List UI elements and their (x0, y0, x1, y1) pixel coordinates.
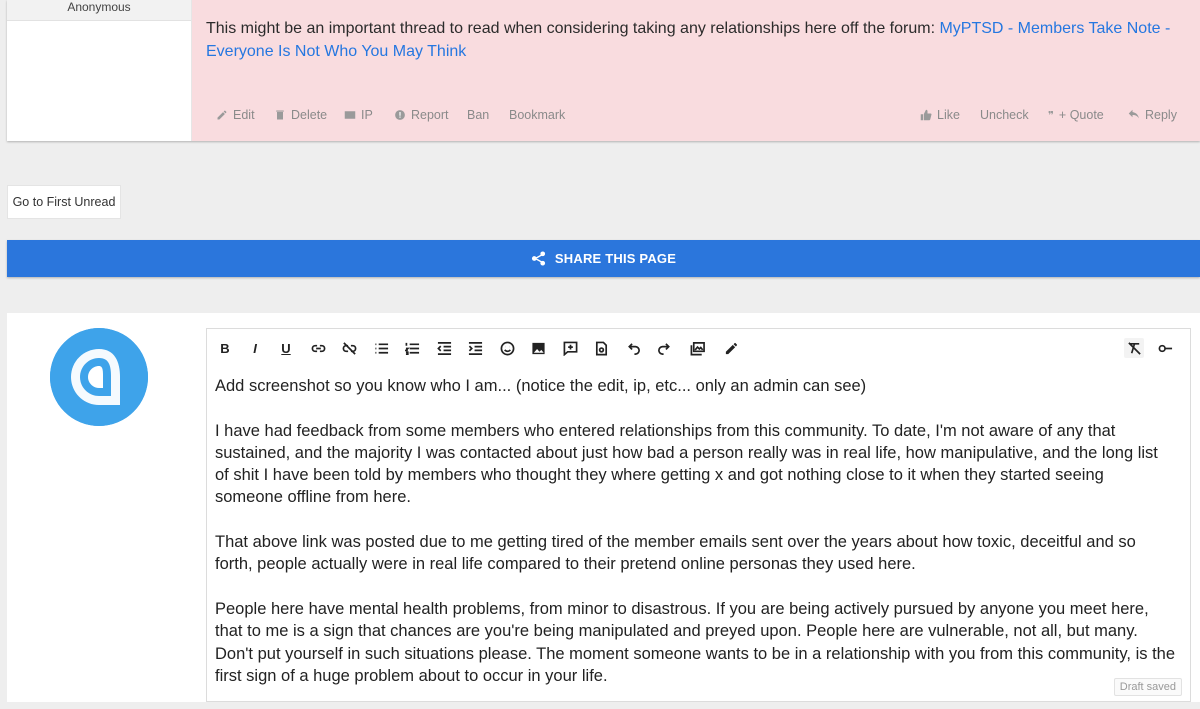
link-icon (311, 344, 325, 352)
delete-button[interactable]: Delete (274, 108, 327, 122)
avatar-logo-icon (50, 328, 148, 426)
share-page-label: SHARE THIS PAGE (554, 251, 677, 266)
like-button[interactable]: Like (920, 108, 960, 122)
ip-button[interactable]: IP (344, 108, 373, 122)
outdent-icon (436, 341, 451, 355)
like-label: Like (937, 108, 960, 122)
bullet-list-icon (374, 342, 388, 354)
thumbs-up-icon (920, 109, 932, 121)
insert-image-button[interactable] (528, 338, 548, 358)
post-body-text: This might be an important thread to rea… (206, 20, 940, 37)
post-body: This might be an important thread to rea… (206, 17, 1186, 63)
post-user-panel: Anonymous (7, 0, 192, 141)
bookmark-label: Bookmark (509, 108, 566, 122)
smiley-icon (500, 341, 514, 355)
avatar[interactable] (50, 328, 148, 426)
redo-icon (657, 342, 670, 355)
image-icon (531, 342, 545, 354)
remove-link-button[interactable] (339, 338, 359, 358)
undo-icon (627, 342, 640, 355)
document-quote-icon (595, 341, 607, 355)
ip-label: IP (361, 108, 373, 122)
editor-paragraph: That above link was posted due to me get… (215, 533, 1136, 574)
outdent-button[interactable] (434, 338, 454, 358)
report-label: Report (411, 108, 449, 122)
redo-button[interactable] (654, 338, 674, 358)
pencil-icon (217, 110, 227, 120)
reply-arrow-icon (1128, 109, 1139, 119)
underline-button[interactable]: U (276, 338, 296, 358)
bookmark-button[interactable]: Bookmark (509, 108, 565, 122)
attachments-button[interactable] (687, 338, 707, 358)
italic-button[interactable]: I (245, 338, 265, 358)
indent-icon (468, 341, 482, 355)
indent-button[interactable] (465, 338, 485, 358)
ordered-list-button[interactable] (402, 338, 422, 358)
editor-paragraph: People here have mental health problems,… (215, 599, 1176, 685)
photo-library-icon (690, 341, 705, 355)
go-to-first-unread-button[interactable]: Go to First Unread (7, 185, 121, 219)
unlink-icon (342, 341, 356, 355)
alert-circle-icon (395, 110, 405, 120)
insert-media-button[interactable] (560, 338, 580, 358)
editor-content[interactable]: Add screenshot so you know who I am... (… (215, 375, 1175, 709)
emoji-button[interactable] (497, 338, 517, 358)
insert-quote-button[interactable] (591, 338, 611, 358)
uncheck-button[interactable]: Uncheck (980, 108, 1029, 122)
reply-button[interactable]: Reply (1128, 108, 1177, 122)
reply-editor[interactable]: B I U Add screenshot so you know who I a… (206, 328, 1191, 702)
quick-reply-block: B I U Add screenshot so you know who I a… (7, 313, 1200, 702)
id-card-icon (344, 111, 356, 119)
report-button[interactable]: Report (394, 108, 449, 122)
insert-link-button[interactable] (308, 338, 328, 358)
editor-paragraph: Add screenshot so you know who I am... (… (215, 377, 867, 395)
toggle-bbcode-button[interactable] (1155, 338, 1175, 358)
edit-label: Edit (233, 108, 255, 122)
uncheck-label: Uncheck (980, 108, 1029, 122)
reply-label: Reply (1145, 108, 1177, 122)
share-page-button[interactable]: SHARE THIS PAGE (7, 240, 1200, 277)
unordered-list-button[interactable] (371, 338, 391, 358)
edit-button[interactable]: Edit (216, 108, 255, 122)
username-box: Anonymous (7, 0, 191, 21)
draft-status: Draft saved (1113, 678, 1182, 696)
add-comment-icon (563, 341, 577, 356)
editor-toolbar: B I U (207, 329, 1190, 367)
post-author-name[interactable]: Anonymous (7, 0, 191, 15)
delete-label: Delete (291, 108, 328, 122)
share-icon (531, 251, 545, 266)
ban-label: Ban (467, 108, 490, 122)
toggle-icon (1158, 344, 1172, 352)
quote-icon: ❞ (1048, 109, 1054, 122)
ban-button[interactable]: Ban (467, 108, 489, 122)
post-card: Anonymous This might be an important thr… (7, 0, 1200, 141)
editor-paragraph: I have had feedback from some members wh… (215, 421, 1158, 507)
pencil-icon (725, 342, 737, 354)
remove-formatting-button[interactable] (1124, 338, 1144, 358)
trash-icon (276, 110, 284, 120)
bold-button[interactable]: B (215, 338, 235, 358)
drafts-button[interactable] (721, 338, 741, 358)
quote-label: + Quote (1058, 108, 1104, 122)
undo-button[interactable] (623, 338, 643, 358)
numbered-list-icon (404, 342, 419, 355)
clear-format-icon (1127, 341, 1141, 355)
quote-button[interactable]: ❞ + Quote (1048, 108, 1104, 122)
